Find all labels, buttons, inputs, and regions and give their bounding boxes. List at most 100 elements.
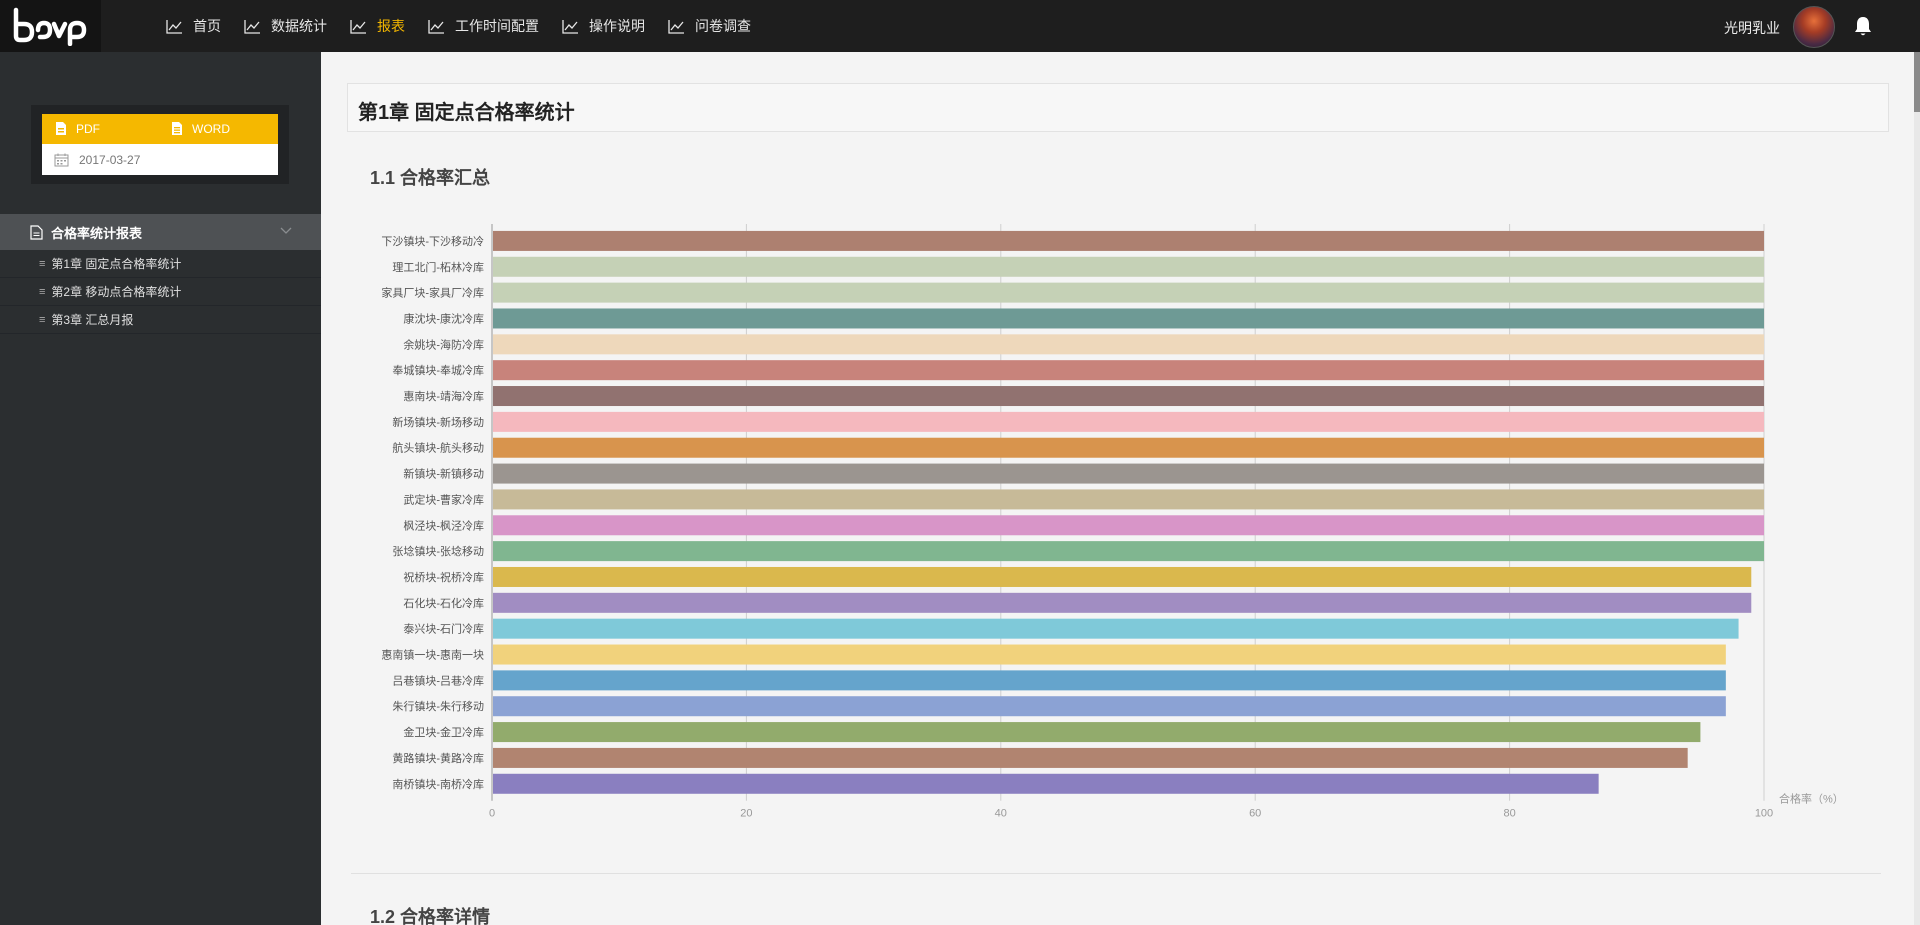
category-label: 张埝镇块-张埝移动 — [392, 544, 484, 558]
bar-20 — [493, 722, 1701, 743]
sidebar-item-chapter-1[interactable]: ≡ 第1章 固定点合格率统计 — [0, 250, 321, 278]
logo[interactable] — [0, 0, 101, 52]
top-bar: 首页 数据统计 报表 工作时间配置 操作说明 问卷调查 光明乳业 — [0, 0, 1920, 52]
export-pdf-button[interactable]: PDF — [54, 121, 100, 136]
export-word-button[interactable]: WORD — [170, 121, 230, 136]
main-nav: 首页 数据统计 报表 工作时间配置 操作说明 问卷调查 — [166, 0, 774, 52]
bar-7 — [493, 386, 1764, 407]
category-label: 奉城镇块-奉城冷库 — [392, 363, 484, 377]
sidebar-item-chapter-2[interactable]: ≡ 第2章 移动点合格率统计 — [0, 278, 321, 306]
pdf-file-icon — [56, 122, 66, 135]
nav-instructions[interactable]: 操作说明 — [562, 16, 645, 36]
nav-reports-label: 报表 — [377, 18, 405, 34]
user-name[interactable]: 光明乳业 — [1724, 18, 1780, 38]
category-label: 余姚块-海防冷库 — [403, 337, 484, 351]
category-label: 朱行镇块-朱行移动 — [392, 699, 484, 713]
bell-icon[interactable] — [1853, 15, 1873, 37]
x-tick-label: 100 — [1755, 808, 1773, 820]
list-icon: ≡ — [39, 313, 46, 326]
bar-16 — [493, 618, 1739, 639]
x-tick-label: 80 — [1503, 808, 1515, 820]
main-content: 第1章 固定点合格率统计 1.1 合格率汇总 下沙镇块-下沙移动冷 理工北门-柘林… — [321, 52, 1920, 925]
bar-11 — [493, 489, 1764, 510]
sidebar-item-chapter-3[interactable]: ≡ 第3章 汇总月报 — [0, 306, 321, 334]
category-label: 新场镇块-新场移动 — [392, 415, 484, 429]
list-icon: ≡ — [39, 257, 46, 270]
section-title-detail: 1.2 合格率详情 — [370, 907, 491, 925]
export-word-label: WORD — [192, 121, 230, 136]
line-chart-icon — [668, 19, 684, 34]
bar-19 — [493, 696, 1726, 717]
list-icon: ≡ — [39, 285, 46, 298]
menu-group-pass-rate-report[interactable]: 合格率统计报表 — [0, 214, 321, 250]
category-label: 武定块-曹家冷库 — [403, 492, 484, 506]
category-label: 下沙镇块-下沙移动冷 — [381, 234, 484, 248]
bar-14 — [493, 566, 1752, 587]
bar-1 — [493, 230, 1764, 251]
category-label: 康沈块-康沈冷库 — [403, 311, 484, 325]
line-chart-icon — [562, 19, 578, 34]
category-label: 石化块-石化冷库 — [403, 596, 484, 610]
nav-data-stats[interactable]: 数据统计 — [244, 16, 327, 36]
export-panel: PDF WORD 2017-03-27 — [31, 105, 289, 184]
date-picker[interactable]: 2017-03-27 — [42, 144, 278, 175]
menu-group-label: 合格率统计报表 — [51, 225, 143, 241]
category-label: 黄路镇块-黄路冷库 — [392, 751, 484, 765]
avatar[interactable] — [1793, 6, 1835, 48]
section-divider — [351, 873, 1881, 874]
document-icon — [30, 224, 43, 240]
x-tick-label: 20 — [740, 808, 752, 820]
category-label: 新镇块-新镇移动 — [403, 467, 484, 481]
line-chart-icon — [166, 19, 182, 34]
date-value: 2017-03-27 — [79, 152, 141, 167]
category-label: 家具厂块-家具厂冷库 — [381, 286, 484, 300]
bar-18 — [493, 670, 1726, 691]
category-label: 航头镇块-航头移动 — [392, 441, 484, 455]
bar-9 — [493, 437, 1764, 458]
calendar-icon — [54, 153, 69, 166]
bar-5 — [493, 334, 1764, 355]
category-label: 祝桥块-祝桥冷库 — [403, 570, 484, 584]
nav-worktime-config-label: 工作时间配置 — [455, 18, 539, 34]
nav-worktime-config[interactable]: 工作时间配置 — [428, 16, 539, 36]
bar-8 — [493, 411, 1764, 432]
x-tick-label: 60 — [1249, 808, 1261, 820]
export-row: PDF WORD — [42, 114, 278, 144]
line-chart-icon — [350, 19, 366, 34]
sidebar-item-label: 第1章 固定点合格率统计 — [51, 257, 182, 271]
nav-instructions-label: 操作说明 — [589, 18, 645, 34]
nav-home-label: 首页 — [193, 18, 221, 34]
bar-21 — [493, 747, 1688, 768]
bar-6 — [493, 360, 1764, 381]
sidebar-item-label: 第2章 移动点合格率统计 — [51, 285, 182, 299]
bar-13 — [493, 541, 1764, 562]
bar-15 — [493, 592, 1752, 613]
bar-22 — [493, 773, 1599, 794]
category-label: 吕巷镇块-吕巷冷库 — [392, 673, 484, 687]
category-label: 惠南镇一块-惠南一块 — [381, 648, 484, 662]
category-label: 泰兴块-石门冷库 — [403, 622, 484, 636]
nav-survey-label: 问卷调查 — [695, 18, 751, 34]
nav-reports[interactable]: 报表 — [350, 16, 405, 36]
scrollbar-thumb[interactable] — [1914, 52, 1920, 112]
beep-logo-icon — [13, 7, 87, 46]
sidebar-item-label: 第3章 汇总月报 — [51, 313, 134, 327]
nav-data-stats-label: 数据统计 — [271, 18, 327, 34]
nav-home[interactable]: 首页 — [166, 16, 221, 36]
chevron-down-icon — [280, 227, 292, 234]
bar-3 — [493, 282, 1764, 303]
line-chart-icon — [244, 19, 260, 34]
category-label: 金卫块-金卫冷库 — [403, 725, 484, 739]
category-label: 枫泾块-枫泾冷库 — [403, 518, 484, 532]
x-tick-label: 40 — [995, 808, 1007, 820]
category-label: 理工北门-柘林冷库 — [392, 260, 484, 274]
pass-rate-bar-chart: 下沙镇块-下沙移动冷理工北门-柘林冷库家具厂块-家具厂冷库康沈块-康沈冷库余姚块… — [381, 224, 1844, 820]
bar-4 — [493, 308, 1764, 329]
word-file-icon — [172, 122, 182, 135]
category-label: 惠南块-靖海冷库 — [403, 389, 484, 403]
line-chart-icon — [428, 19, 444, 34]
nav-survey[interactable]: 问卷调查 — [668, 16, 751, 36]
scrollbar-track[interactable] — [1914, 52, 1920, 925]
export-pdf-label: PDF — [76, 121, 100, 136]
bar-2 — [493, 256, 1764, 277]
